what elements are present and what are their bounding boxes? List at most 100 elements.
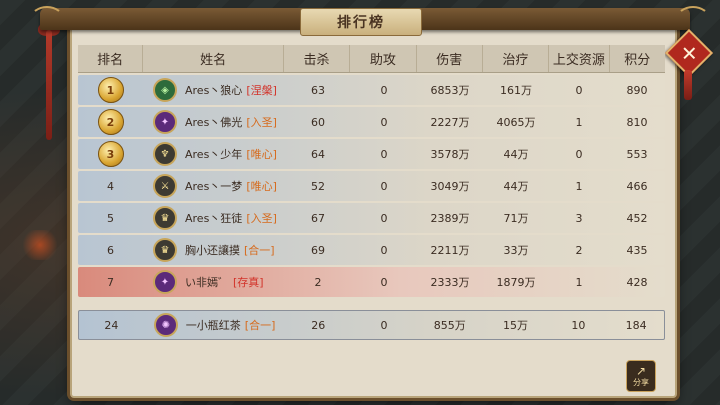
resources-cell: 0 [575,83,583,97]
points-cell: 890 [626,83,648,97]
table-row[interactable]: 6 ♛ 胸小还讓摸 [合一] 69 0 2211万 33万 2 435 [78,235,665,265]
cloud-ornament-icon [30,6,64,32]
title-plate: 排行榜 [300,8,422,36]
fire-glow [20,230,60,260]
player-name-cell[interactable]: ♛ Ares丶狂徒 [入圣] [143,203,285,233]
resources-cell: 1 [575,275,583,289]
assists-cell: 0 [380,211,388,225]
heal-cell: 1879万 [496,276,536,289]
rank-medal-icon: 3 [97,141,124,167]
player-name-cell[interactable]: ♛ 胸小还讓摸 [合一] [143,235,285,265]
sword-icon: ⚔ [153,174,177,198]
damage-cell: 855万 [433,319,466,332]
player-name: Ares丶一梦 [185,180,243,193]
rank-cell: 3 [78,139,143,169]
points-cell: 810 [626,115,648,129]
purple-orb-icon: ✺ [153,313,178,337]
damage-cell: 3578万 [430,148,470,161]
header-damage: 伤害 [417,45,483,72]
self-row[interactable]: 24 ✺ 一小瓶红茶 [合一] 26 0 855万 15万 10 184 [78,310,665,340]
kills-cell: 67 [311,211,325,225]
player-name-cell[interactable]: ♆ Ares丶少年 [唯心] [143,139,285,169]
rank-medal-icon: 1 [97,77,124,103]
rank-cell: 5 [107,211,114,225]
player-name: い非嫣゛ [185,276,229,289]
player-name-cell[interactable]: ✦ Ares丶佛光 [入圣] [143,107,285,137]
purple-blade-icon: ✦ [153,270,177,294]
kills-cell: 63 [311,83,325,97]
header-resources: 上交资源 [549,45,610,72]
close-icon: ✕ [680,40,698,65]
points-cell: 435 [626,243,648,257]
rank-cell: 2 [78,107,143,137]
player-name: Ares丶狼心 [185,84,243,97]
realm-tag: [唯心] [246,148,277,161]
table-row[interactable]: 1 ◈ Ares丶狼心 [涅槃] 63 0 6853万 161万 0 890 [78,75,665,105]
player-name: 一小瓶红茶 [185,319,241,332]
kills-cell: 64 [311,147,325,161]
player-name: Ares丶少年 [185,148,243,161]
resources-cell: 1 [575,179,583,193]
damage-cell: 2333万 [430,276,470,289]
realm-tag: [合一] [244,244,275,257]
player-name-cell[interactable]: ◈ Ares丶狼心 [涅槃] [143,75,285,105]
cloud-ornament-icon [676,6,710,32]
rank-medal-icon: 2 [97,109,124,135]
staff-icon: ♆ [153,142,177,166]
table-row[interactable]: 5 ♛ Ares丶狂徒 [入圣] 67 0 2389万 71万 3 452 [78,203,665,233]
assists-cell: 0 [380,83,388,97]
points-cell: 553 [626,147,648,161]
helm-icon: ♛ [153,206,177,230]
header-assists: 助攻 [350,45,417,72]
header-kills: 击杀 [284,45,351,72]
header-heal: 治疗 [483,45,550,72]
damage-cell: 6853万 [430,84,470,97]
player-name: Ares丶狂徒 [185,212,243,225]
close-tassel [684,70,692,100]
resources-cell: 1 [575,115,583,129]
heal-cell: 4065万 [496,116,536,129]
rank-cell: 1 [78,75,143,105]
player-name-cell[interactable]: ✺ 一小瓶红茶 [合一] [144,311,286,339]
points-cell: 428 [626,275,648,289]
heal-cell: 44万 [503,180,529,193]
realm-tag: [入圣] [246,116,277,129]
assists-cell: 0 [380,275,388,289]
realm-tag: [涅槃] [246,84,277,97]
table-row[interactable]: 7 ✦ い非嫣゛ [存真] 2 0 2333万 1879万 1 428 [78,267,665,297]
table-row[interactable]: 4 ⚔ Ares丶一梦 [唯心] 52 0 3049万 44万 1 466 [78,171,665,201]
rank-cell: 7 [107,275,114,289]
resources-cell: 3 [575,211,583,225]
rank-cell: 4 [107,179,114,193]
red-tassel [46,30,52,140]
table-header: 排名 姓名 击杀 助攻 伤害 治疗 上交资源 积分 [78,45,665,73]
player-name: Ares丶佛光 [185,116,243,129]
points-cell: 184 [625,318,647,332]
heal-cell: 161万 [500,84,532,97]
jade-emblem-icon: ◈ [153,78,177,102]
table-row[interactable]: 2 ✦ Ares丶佛光 [入圣] 60 0 2227万 4065万 1 810 [78,107,665,137]
header-points: 积分 [624,53,651,68]
realm-tag: [合一] [244,319,276,332]
table-body: 1 ◈ Ares丶狼心 [涅槃] 63 0 6853万 161万 0 890 2 ✦ Ares丶佛光 [入… [78,75,665,297]
resources-cell: 10 [571,318,586,332]
kills-cell: 60 [311,115,325,129]
assists-cell: 0 [380,147,388,161]
player-name-cell[interactable]: ✦ い非嫣゛ [存真] [143,267,285,297]
player-name-cell[interactable]: ⚔ Ares丶一梦 [唯心] [143,171,285,201]
page-title: 排行榜 [337,15,385,31]
realm-tag: [唯心] [246,180,277,193]
kills-cell: 52 [311,179,325,193]
heal-cell: 15万 [503,319,529,332]
realm-tag: [入圣] [246,212,277,225]
heal-cell: 71万 [503,212,529,225]
damage-cell: 2389万 [430,212,470,225]
rank-cell: 6 [107,243,114,257]
rank-cell: 24 [104,318,119,332]
table-row[interactable]: 3 ♆ Ares丶少年 [唯心] 64 0 3578万 44万 0 553 [78,139,665,169]
heal-cell: 33万 [503,244,529,257]
assists-cell: 0 [380,115,388,129]
helm-icon: ♛ [153,238,177,262]
points-cell: 466 [626,179,648,193]
share-button[interactable]: ↗ 分享 [626,360,656,392]
